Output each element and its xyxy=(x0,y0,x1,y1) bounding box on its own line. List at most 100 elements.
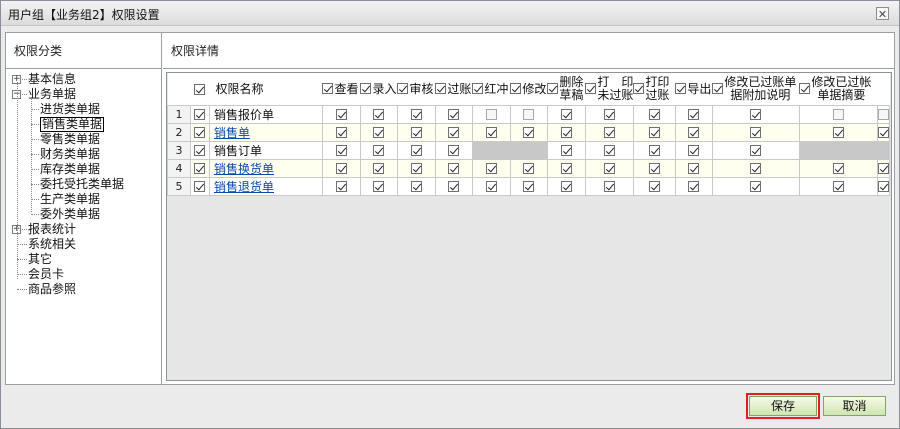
permission-checkbox[interactable] xyxy=(603,181,615,192)
permission-cell[interactable] xyxy=(584,122,634,142)
save-button[interactable]: 保存 xyxy=(749,396,817,416)
permission-checkbox[interactable] xyxy=(560,127,572,138)
permission-checkbox[interactable] xyxy=(603,145,615,156)
permission-cell[interactable] xyxy=(632,176,676,196)
row-select-cell[interactable] xyxy=(189,122,210,142)
permission-checkbox[interactable] xyxy=(448,127,460,138)
row-select-checkbox[interactable] xyxy=(194,127,206,138)
permission-checkbox[interactable] xyxy=(373,145,385,156)
permission-checkbox[interactable] xyxy=(750,109,762,120)
permission-cell[interactable] xyxy=(509,122,548,142)
permission-checkbox[interactable] xyxy=(373,109,385,120)
permission-cell[interactable] xyxy=(876,176,891,196)
permission-checkbox[interactable] xyxy=(603,127,615,138)
permission-cell[interactable] xyxy=(321,140,361,160)
permission-cell[interactable] xyxy=(674,176,713,196)
header-select-all[interactable] xyxy=(190,73,210,105)
permission-checkbox[interactable] xyxy=(688,109,700,120)
permission-checkbox[interactable] xyxy=(485,181,497,192)
tree-item[interactable]: 进货类单据 xyxy=(11,102,161,117)
tree-item[interactable]: 其它 xyxy=(11,252,161,267)
permission-cell[interactable] xyxy=(434,104,473,124)
permission-cell[interactable] xyxy=(434,158,473,178)
permission-checkbox[interactable] xyxy=(832,127,844,138)
permission-name-cell[interactable]: 销售退货单 xyxy=(208,176,323,196)
tree-item[interactable]: 财务类单据 xyxy=(11,147,161,162)
tree-item[interactable]: + 报表统计 xyxy=(11,222,161,237)
permission-checkbox[interactable] xyxy=(750,127,762,138)
delete-draft-all-checkbox[interactable] xyxy=(547,83,559,95)
permission-cell[interactable] xyxy=(434,176,473,196)
permission-cell[interactable] xyxy=(396,122,436,142)
view-all-checkbox[interactable] xyxy=(322,83,334,95)
permission-cell[interactable] xyxy=(798,104,878,124)
audit-all-checkbox[interactable] xyxy=(397,83,409,95)
permission-checkbox[interactable] xyxy=(688,127,700,138)
permission-cell[interactable] xyxy=(359,122,398,142)
permission-checkbox[interactable] xyxy=(523,163,535,174)
permission-checkbox[interactable] xyxy=(410,127,422,138)
permission-checkbox[interactable] xyxy=(410,145,422,156)
permission-cell[interactable] xyxy=(674,104,713,124)
permission-cell[interactable] xyxy=(321,122,361,142)
permission-checkbox[interactable] xyxy=(648,145,660,156)
post-all-checkbox[interactable] xyxy=(435,83,447,95)
tree-item[interactable]: 会员卡 xyxy=(11,267,161,282)
tree-item[interactable]: 系统相关 xyxy=(11,237,161,252)
permission-cell[interactable] xyxy=(711,176,800,196)
permission-checkbox[interactable] xyxy=(523,181,535,192)
permission-checkbox[interactable] xyxy=(648,109,660,120)
permission-checkbox[interactable] xyxy=(648,181,660,192)
modify-all-checkbox[interactable] xyxy=(510,83,522,95)
permission-cell[interactable] xyxy=(584,140,634,160)
permission-checkbox[interactable] xyxy=(335,181,347,192)
permission-checkbox[interactable] xyxy=(877,109,889,120)
permission-checkbox[interactable] xyxy=(523,109,535,120)
row-select-checkbox[interactable] xyxy=(194,109,206,120)
permission-cell[interactable] xyxy=(711,158,800,178)
permission-checkbox[interactable] xyxy=(335,163,347,174)
permission-cell[interactable] xyxy=(546,122,586,142)
permission-cell[interactable] xyxy=(876,158,891,178)
permission-cell[interactable] xyxy=(632,140,676,160)
permission-checkbox[interactable] xyxy=(485,163,497,174)
permission-cell[interactable] xyxy=(584,176,634,196)
close-icon[interactable]: ✕ xyxy=(876,7,889,21)
tree-item[interactable]: 生产类单据 xyxy=(11,192,161,207)
permission-cell[interactable] xyxy=(471,158,511,178)
permission-cell[interactable] xyxy=(509,104,548,124)
permission-cell[interactable] xyxy=(584,104,634,124)
permission-checkbox[interactable] xyxy=(410,181,422,192)
permission-cell[interactable] xyxy=(471,122,511,142)
permission-cell[interactable] xyxy=(321,176,361,196)
permission-checkbox[interactable] xyxy=(523,127,535,138)
permission-checkbox[interactable] xyxy=(832,163,844,174)
row-select-cell[interactable] xyxy=(189,158,210,178)
permission-checkbox[interactable] xyxy=(877,163,889,174)
tree-item[interactable]: 零售类单据 xyxy=(11,132,161,147)
print-unposted-all-checkbox[interactable] xyxy=(585,83,597,95)
permission-cell[interactable] xyxy=(396,104,436,124)
permission-cell[interactable] xyxy=(321,158,361,178)
row-select-cell[interactable] xyxy=(189,176,210,196)
select-all-checkbox[interactable] xyxy=(194,83,206,95)
permission-cell[interactable] xyxy=(546,104,586,124)
permission-cell[interactable] xyxy=(359,140,398,160)
permission-checkbox[interactable] xyxy=(560,181,572,192)
permission-cell[interactable] xyxy=(546,158,586,178)
row-select-cell[interactable] xyxy=(189,104,210,124)
permission-checkbox[interactable] xyxy=(560,109,572,120)
permission-name-cell[interactable]: 销售换货单 xyxy=(208,158,323,178)
permission-cell[interactable] xyxy=(632,104,676,124)
permission-checkbox[interactable] xyxy=(448,181,460,192)
permission-checkbox[interactable] xyxy=(750,181,762,192)
tree-item[interactable]: + 基本信息 xyxy=(11,72,161,87)
permission-checkbox[interactable] xyxy=(448,163,460,174)
permission-checkbox[interactable] xyxy=(688,181,700,192)
permission-checkbox[interactable] xyxy=(373,127,385,138)
permission-checkbox[interactable] xyxy=(750,145,762,156)
tree-item[interactable]: 商品参照 xyxy=(11,282,161,297)
tree-item[interactable]: 库存类单据 xyxy=(11,162,161,177)
permission-cell[interactable] xyxy=(546,176,586,196)
permission-cell[interactable] xyxy=(632,122,676,142)
